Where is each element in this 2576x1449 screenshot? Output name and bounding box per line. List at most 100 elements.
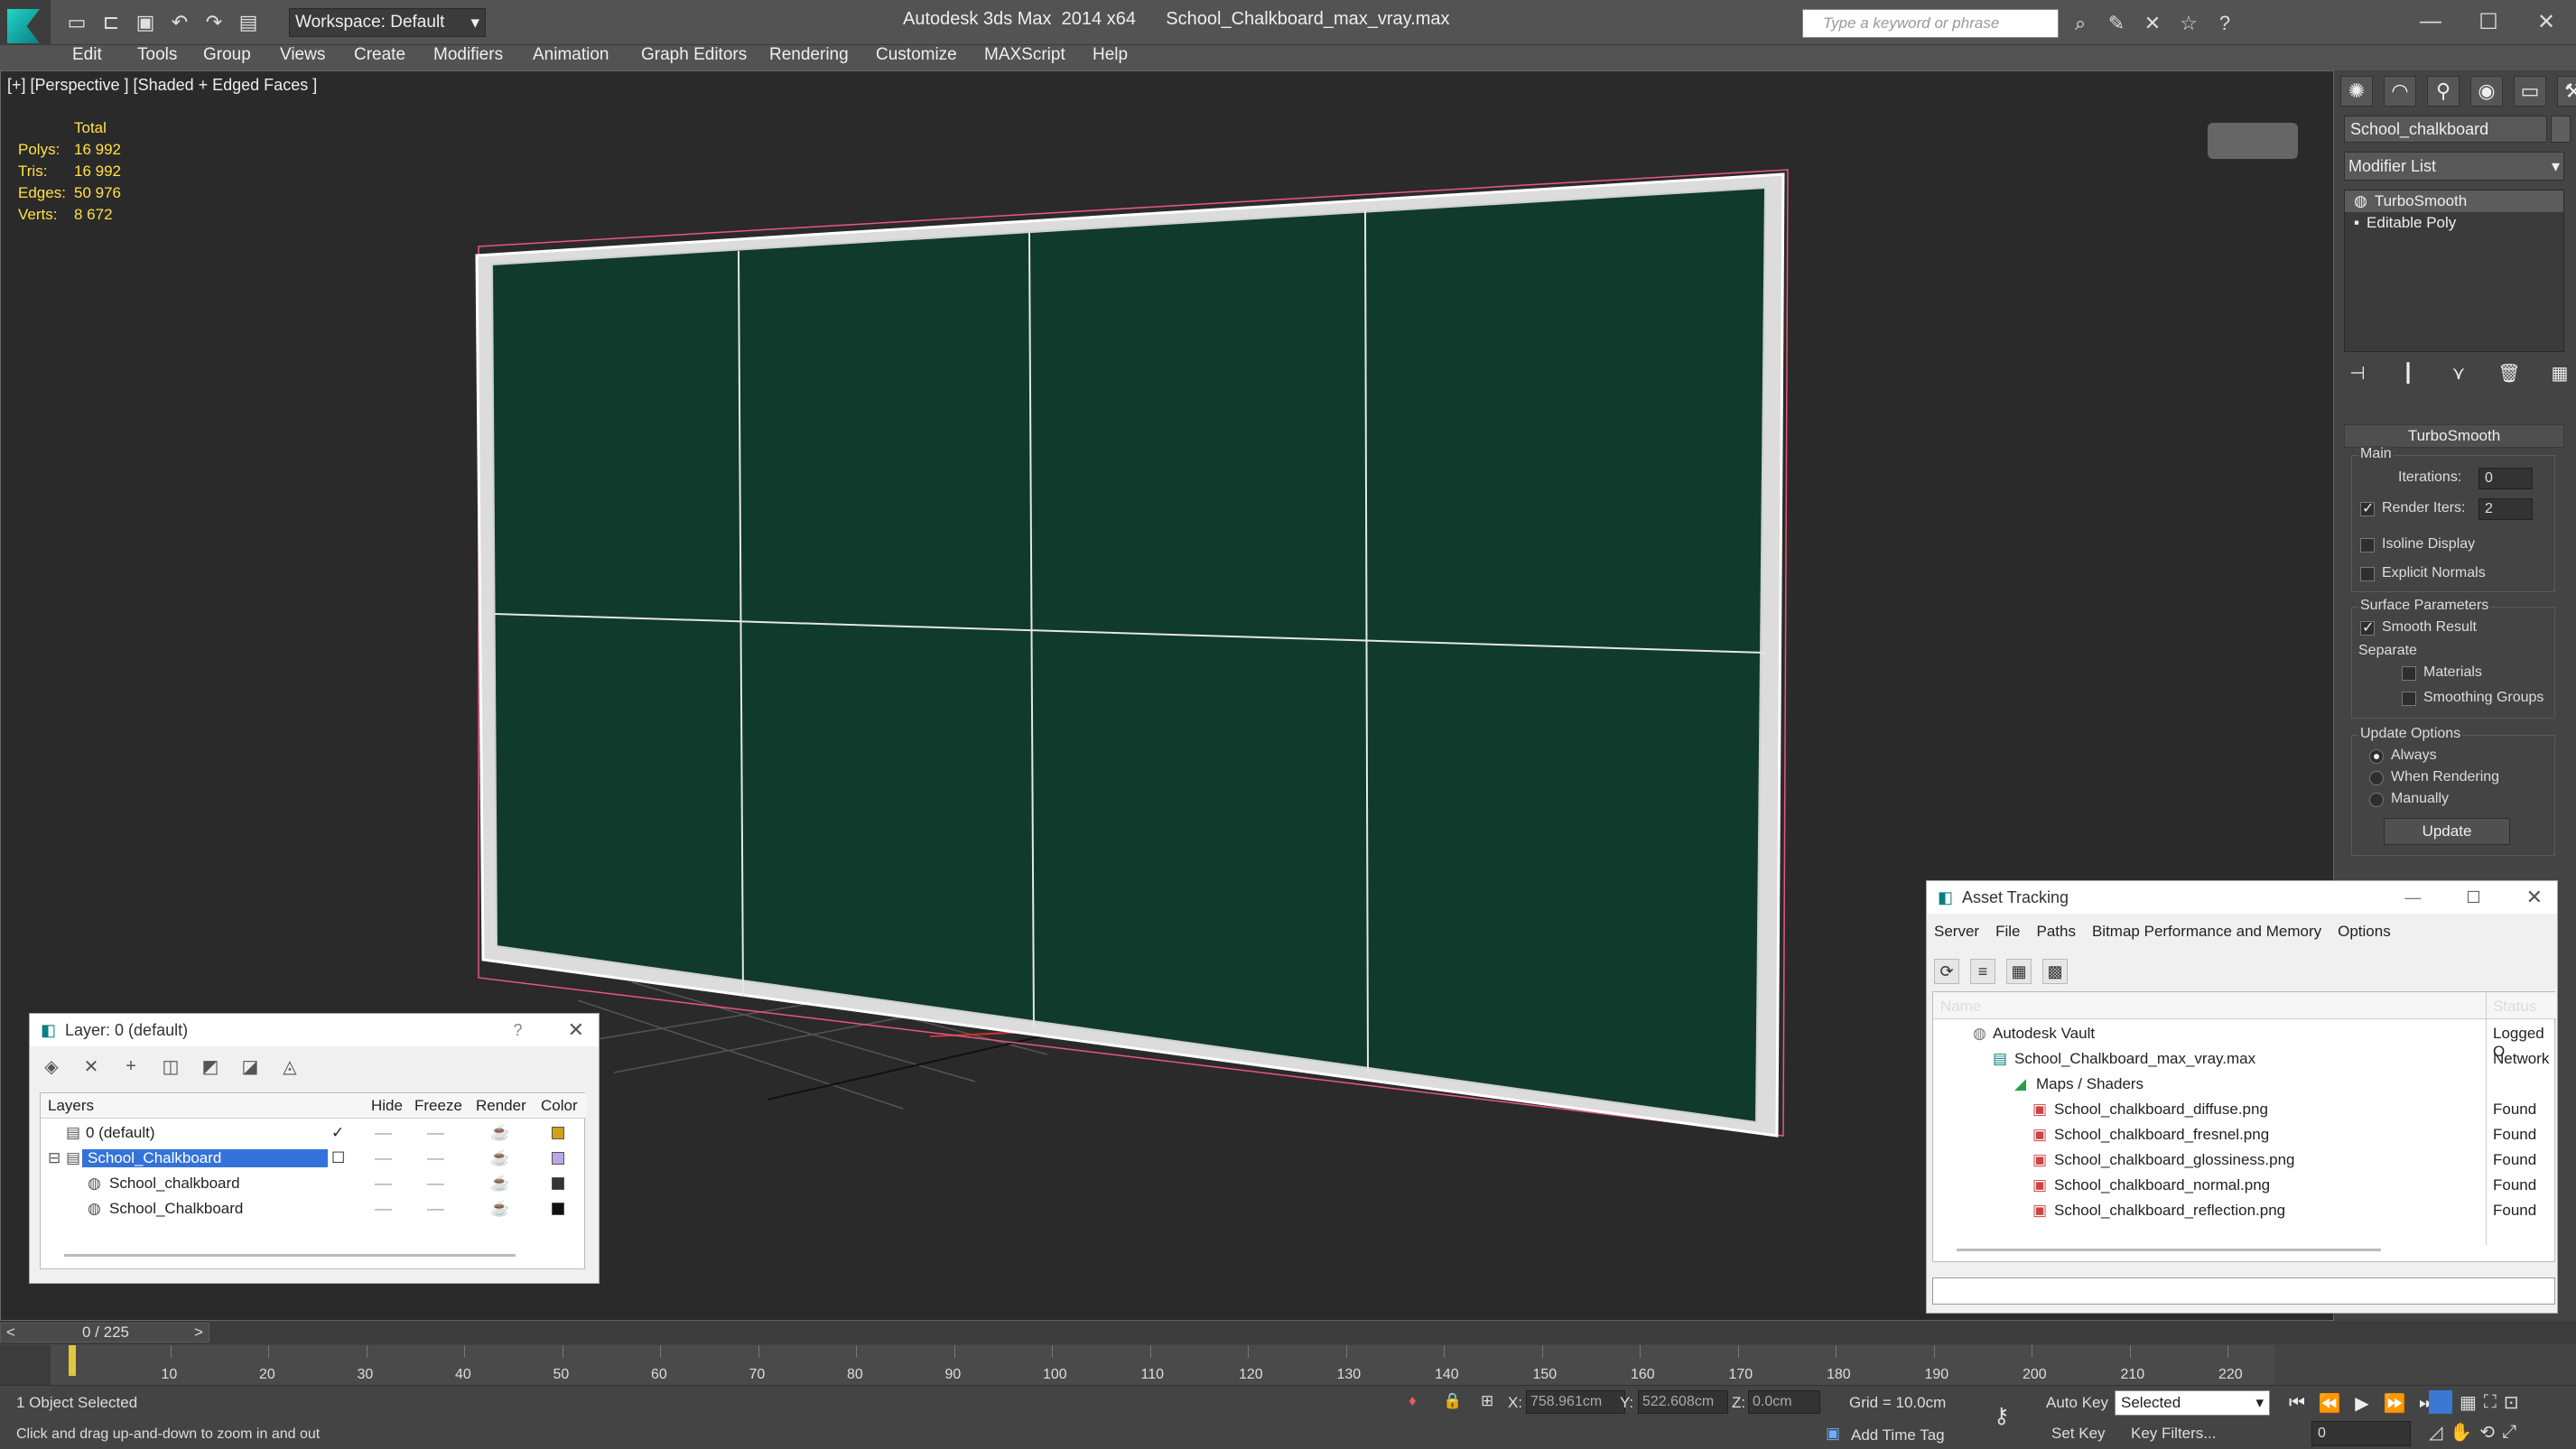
next-frame-icon[interactable]: ⏩ <box>2382 1390 2407 1416</box>
freeze-toggle[interactable]: –– <box>427 1124 444 1142</box>
remove-modifier-icon[interactable]: 🗑 <box>2496 359 2523 386</box>
asset-row[interactable]: ▣ School_chalkboard_fresnel.png Found <box>1933 1122 2556 1147</box>
previous-frame-icon[interactable]: ⏪ <box>2317 1390 2342 1416</box>
object-color-swatch[interactable] <box>2551 116 2571 143</box>
help-icon[interactable]: ? <box>2212 11 2237 36</box>
open-file-icon[interactable]: ⊏ <box>98 9 125 36</box>
update-button[interactable]: Update <box>2384 818 2510 845</box>
asset-menu-options[interactable]: Options <box>2338 923 2391 941</box>
hierarchy-tab-icon[interactable]: ⚲ <box>2427 76 2460 107</box>
render-teapot-icon[interactable]: ☕ <box>490 1200 509 1218</box>
field-of-view-icon[interactable]: ◿ <box>2429 1421 2442 1444</box>
table-view-icon[interactable]: ▩ <box>2042 959 2068 984</box>
z-coordinate-field[interactable]: 0.0cm <box>1748 1390 1820 1414</box>
minimize-icon[interactable]: — <box>2402 4 2460 40</box>
close-icon[interactable]: ✕ <box>568 1018 584 1042</box>
maximize-icon[interactable]: ☐ <box>2460 4 2517 40</box>
add-time-tag[interactable]: Add Time Tag <box>1851 1426 1945 1444</box>
select-objects-icon[interactable]: ◫ <box>159 1054 182 1078</box>
motion-tab-icon[interactable]: ◉ <box>2470 76 2503 107</box>
asset-row[interactable]: ▣ School_chalkboard_glossiness.png Found <box>1933 1147 2556 1173</box>
asset-row[interactable]: ◍ Autodesk Vault Logged O <box>1933 1021 2556 1060</box>
configure-sets-icon[interactable]: ▦ <box>2546 359 2573 386</box>
asset-menu-paths[interactable]: Paths <box>2036 923 2075 941</box>
transform-mode-icon[interactable]: ⊞ <box>1481 1392 1493 1410</box>
hide-all-layers-icon[interactable]: ◪ <box>238 1054 262 1078</box>
col-hide[interactable]: Hide <box>371 1097 403 1115</box>
layer-color-swatch[interactable] <box>552 1203 564 1215</box>
maximize-viewport-icon[interactable]: ⤢ <box>2502 1422 2516 1443</box>
when-rendering-radio[interactable] <box>2369 771 2384 785</box>
help-icon[interactable]: ? <box>514 1021 523 1040</box>
chevron-right-icon[interactable]: > <box>194 1324 203 1342</box>
menu-graph-editors[interactable]: Graph Editors <box>641 45 747 65</box>
zoom-all-icon[interactable]: ▦ <box>2460 1391 2477 1414</box>
col-name[interactable]: Name <box>1940 998 1981 1016</box>
asset-dialog-titlebar[interactable]: ◧ Asset Tracking — ☐ ✕ <box>1927 881 2557 914</box>
col-color[interactable]: Color <box>541 1097 578 1115</box>
set-key-button[interactable]: Set Key <box>2051 1425 2106 1443</box>
pan-icon[interactable]: ✋ <box>2450 1421 2472 1444</box>
maximize-icon[interactable]: ☐ <box>2466 888 2480 907</box>
binoculars-icon[interactable]: ⌕ <box>2068 11 2093 36</box>
render-iters-checkbox[interactable] <box>2360 499 2375 517</box>
explicit-normals-checkbox[interactable] <box>2360 567 2375 581</box>
layer-name[interactable]: School_Chalkboard <box>82 1149 328 1167</box>
layer-color-swatch[interactable] <box>552 1177 564 1190</box>
layer-dialog-titlebar[interactable]: ◧ Layer: 0 (default) ? ✕ <box>30 1014 599 1046</box>
make-unique-icon[interactable]: ⋎ <box>2445 359 2472 386</box>
object-name[interactable]: School_chalkboard <box>109 1175 240 1193</box>
chevron-left-icon[interactable]: < <box>6 1324 15 1342</box>
stack-item-editable-poly[interactable]: ▪ Editable Poly <box>2345 212 2563 234</box>
save-icon[interactable]: ▣ <box>132 9 159 36</box>
modifier-list-dropdown[interactable]: Modifier List ▾ <box>2344 152 2564 181</box>
search-input[interactable]: Type a keyword or phrase <box>1802 9 2059 38</box>
workspace-dropdown[interactable]: Workspace: Default ▾ <box>289 8 486 37</box>
menu-rendering[interactable]: Rendering <box>769 45 849 65</box>
highlight-layer-icon[interactable]: ◩ <box>199 1054 222 1078</box>
horizontal-scrollbar[interactable] <box>64 1254 516 1257</box>
always-radio[interactable] <box>2369 749 2384 764</box>
menu-maxscript[interactable]: MAXScript <box>984 45 1065 65</box>
time-marker[interactable] <box>69 1345 76 1376</box>
asset-menu-bitmap[interactable]: Bitmap Performance and Memory <box>2092 923 2321 941</box>
hide-toggle[interactable]: –– <box>375 1149 392 1167</box>
y-coordinate-field[interactable]: 522.608cm <box>1638 1390 1728 1414</box>
isolate-icon[interactable]: ♦ <box>1409 1392 1417 1410</box>
freeze-all-layers-icon[interactable]: ◬ <box>278 1054 302 1078</box>
subscription-icon[interactable]: ✎ <box>2104 11 2129 36</box>
close-icon[interactable]: ✕ <box>2526 886 2543 909</box>
asset-row[interactable]: ◢ Maps / Shaders <box>1933 1072 2556 1097</box>
turbosmooth-rollout-header[interactable]: TurboSmooth <box>2344 424 2564 448</box>
project-folder-icon[interactable]: ▤ <box>235 9 262 36</box>
asset-row[interactable]: ▤ School_Chalkboard_max_vray.max Network <box>1933 1046 2556 1072</box>
menu-help[interactable]: Help <box>1093 45 1128 65</box>
object-name[interactable]: School_Chalkboard <box>109 1200 243 1218</box>
render-teapot-icon[interactable]: ☕ <box>490 1149 509 1167</box>
manually-radio[interactable] <box>2369 793 2384 807</box>
layer-color-swatch[interactable] <box>552 1152 564 1165</box>
stack-item-turbosmooth[interactable]: ◍ TurboSmooth <box>2345 190 2563 212</box>
create-layer-icon[interactable]: ◈ <box>40 1054 63 1078</box>
render-teapot-icon[interactable]: ☕ <box>490 1175 509 1193</box>
menu-create[interactable]: Create <box>354 45 405 65</box>
zoom-extents-all-icon[interactable]: ⊡ <box>2504 1391 2519 1414</box>
menu-edit[interactable]: Edit <box>72 45 102 65</box>
col-render[interactable]: Render <box>476 1097 526 1115</box>
horizontal-scrollbar[interactable] <box>1957 1249 2381 1251</box>
modify-tab-icon[interactable]: ◠ <box>2384 76 2416 107</box>
minimize-icon[interactable]: — <box>2404 888 2421 907</box>
lock-icon[interactable]: 🔒 <box>1443 1392 1462 1410</box>
menu-modifiers[interactable]: Modifiers <box>433 45 503 65</box>
menu-views[interactable]: Views <box>280 45 325 65</box>
col-status[interactable]: Status <box>2493 998 2536 1016</box>
refresh-icon[interactable]: ⟳ <box>1934 959 1959 984</box>
redo-icon[interactable]: ↷ <box>200 9 228 36</box>
layer-row[interactable]: ◍ School_chalkboard –– –– ☕ <box>41 1171 586 1196</box>
key-selection-dropdown[interactable]: Selected ▾ <box>2115 1390 2270 1416</box>
menu-tools[interactable]: Tools <box>137 45 177 65</box>
hide-toggle[interactable]: –– <box>375 1175 392 1193</box>
layer-row[interactable]: ⊟ ▤ School_Chalkboard ☐ –– –– ☕ <box>41 1146 586 1171</box>
active-box-icon[interactable]: ☐ <box>331 1149 345 1167</box>
menu-customize[interactable]: Customize <box>876 45 957 65</box>
